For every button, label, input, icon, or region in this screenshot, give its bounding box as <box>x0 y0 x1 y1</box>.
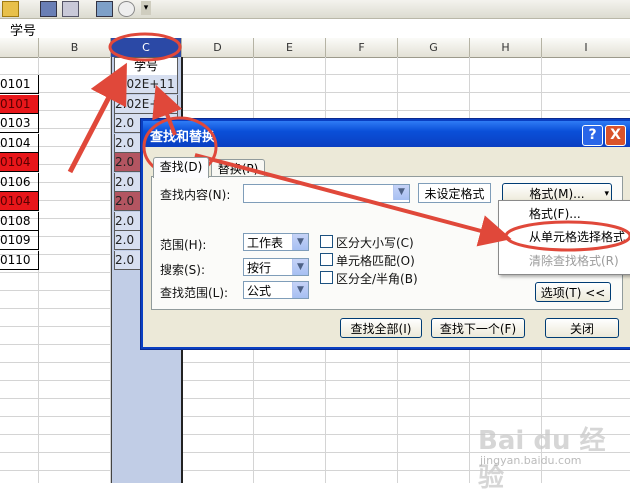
match-cell-label: 单元格匹配(O) <box>336 254 415 268</box>
match-case-label: 区分大小写(C) <box>336 236 414 250</box>
col-header-h[interactable]: H <box>470 38 542 57</box>
cell-c1-header[interactable]: 学号 <box>114 57 178 76</box>
cell-a[interactable]: 0104 <box>0 153 39 172</box>
format-button-label: 格式(M)... <box>529 187 585 201</box>
grid-line <box>0 110 630 111</box>
find-next-button[interactable]: 查找下一个(F) <box>431 318 525 338</box>
dialog-title: 查找和替换 <box>150 130 216 145</box>
chevron-down-icon[interactable]: ▼ <box>292 259 308 275</box>
grid-line <box>0 362 630 363</box>
col-header-a[interactable] <box>0 38 39 57</box>
options-button[interactable]: 选项(T) << <box>535 282 611 302</box>
grid-line <box>0 398 630 399</box>
folder-icon[interactable] <box>2 1 19 17</box>
cell-a[interactable]: 0101 <box>0 94 39 114</box>
col-header-i[interactable]: I <box>542 38 630 57</box>
search-select[interactable]: 按行 ▼ <box>243 258 309 276</box>
search-label: 搜索(S): <box>160 263 206 277</box>
close-icon[interactable]: X <box>605 125 626 146</box>
tab-find[interactable]: 查找(D) <box>153 157 209 178</box>
chevron-down-icon[interactable]: ▼ <box>292 234 308 250</box>
grid-line <box>0 380 630 381</box>
format-preview: 未设定格式 <box>418 183 491 203</box>
menu-item-format[interactable]: 格式(F)... <box>499 204 629 224</box>
chevron-down-icon[interactable]: ▼ <box>292 282 308 298</box>
cell-a[interactable]: 0104 <box>0 192 39 211</box>
formula-bar[interactable]: 学号 <box>0 19 630 39</box>
toolbar-options-icon[interactable]: ▾ <box>141 1 151 15</box>
tool-icon[interactable] <box>62 1 79 17</box>
grid-line <box>0 74 630 75</box>
find-what-label: 查找内容(N): <box>160 188 231 202</box>
chevron-down-icon[interactable]: ▼ <box>393 185 409 200</box>
menu-item-choose-from-cell[interactable]: 从单元格选择格式 <box>499 227 629 247</box>
format-dropdown-menu: 格式(F)... 从单元格选择格式 清除查找格式(R) <box>498 200 630 275</box>
scope-value: 工作表 <box>247 236 284 250</box>
column-headers: B C D E F G H I <box>0 38 630 58</box>
cell-a[interactable]: 0108 <box>0 211 39 231</box>
chart-icon[interactable] <box>40 1 57 17</box>
cell-a[interactable]: 0110 <box>0 250 39 270</box>
col-header-d[interactable]: D <box>182 38 254 57</box>
col-header-c[interactable]: C <box>111 38 182 57</box>
col-header-e[interactable]: E <box>254 38 326 57</box>
match-width-label: 区分全/半角(B) <box>336 272 418 286</box>
col-header-f[interactable]: F <box>326 38 398 57</box>
grid-line <box>0 416 630 417</box>
match-case-checkbox[interactable] <box>320 235 333 248</box>
match-width-checkbox[interactable] <box>320 271 333 284</box>
find-all-button[interactable]: 查找全部(I) <box>340 318 422 338</box>
look-in-select[interactable]: 公式 ▼ <box>243 281 309 299</box>
col-header-b[interactable]: B <box>39 38 111 57</box>
toolbar: ▾ <box>0 0 630 19</box>
look-in-label: 查找范围(L): <box>160 286 229 300</box>
cell-a[interactable]: 0101 <box>0 75 39 94</box>
grid-line <box>0 92 630 93</box>
scope-label: 范围(H): <box>160 238 207 252</box>
help-button[interactable]: ? <box>582 125 603 146</box>
cell-c[interactable]: 2.02E+1 <box>114 94 178 114</box>
cell-a[interactable]: 0103 <box>0 114 39 133</box>
drawing-icon[interactable] <box>96 1 113 17</box>
watermark-url: jingyan.baidu.com <box>480 454 582 467</box>
cell-a[interactable]: 0106 <box>0 172 39 192</box>
match-cell-checkbox[interactable] <box>320 253 333 266</box>
look-in-value: 公式 <box>247 284 272 298</box>
formula-content: 学号 <box>10 24 37 39</box>
menu-item-clear-format[interactable]: 清除查找格式(R) <box>499 251 629 271</box>
help-icon[interactable] <box>118 1 135 17</box>
cell-a[interactable]: 0109 <box>0 231 39 250</box>
close-button[interactable]: 关闭 <box>545 318 619 338</box>
dialog-title-bar[interactable]: 查找和替换 ? X <box>143 121 630 147</box>
cell-c[interactable]: 1.02E+11 <box>114 75 178 94</box>
find-what-input[interactable]: ▼ <box>243 184 410 203</box>
scope-select[interactable]: 工作表 ▼ <box>243 233 309 251</box>
col-header-g[interactable]: G <box>398 38 470 57</box>
search-value: 按行 <box>247 261 272 275</box>
cell-a[interactable]: 0104 <box>0 133 39 153</box>
